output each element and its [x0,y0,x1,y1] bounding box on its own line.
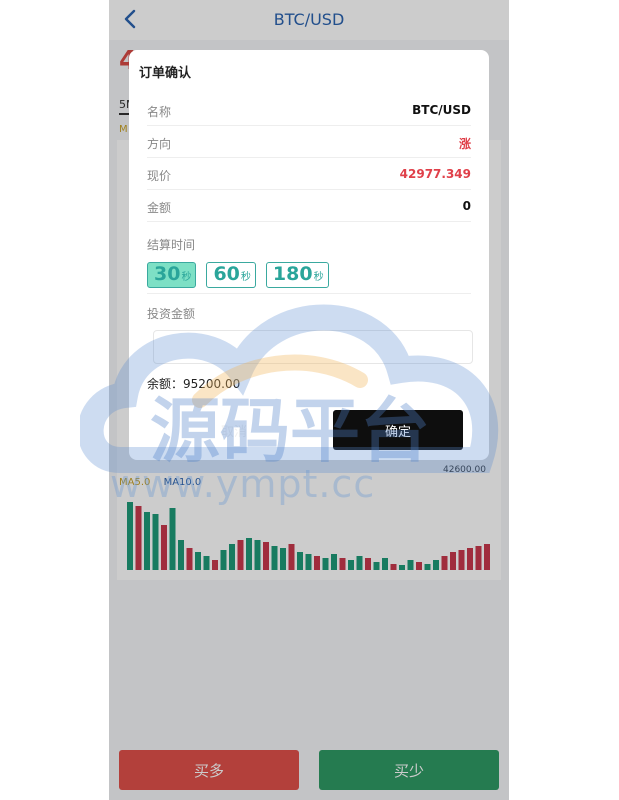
dialog-title: 订单确认 [139,66,192,81]
time-option-unit: 秒 [313,272,324,283]
invest-amount-input[interactable] [153,330,473,364]
row-value: BTC/USD [412,103,471,117]
info-row-price: 现价 42977.349 [147,158,471,190]
order-confirm-dialog: 订单确认 名称 BTC/USD 方向 涨 现价 42977.349 金额 0 结… [129,50,489,460]
app-screen: BTC/USD 4 5M M 42600.00 MA5.0 MA10.0 买多 … [109,0,509,800]
time-option-180[interactable]: 180 秒 [265,262,329,288]
row-label: 现价 [147,169,172,183]
settle-time-label: 结算时间 [147,238,196,252]
divider [147,293,471,294]
time-option-unit: 秒 [240,272,251,283]
settle-time-options: 30 秒 60 秒 180 秒 [147,262,329,288]
time-option-number: 180 [272,263,313,285]
row-label: 名称 [147,105,172,119]
info-row-amount: 金额 0 [147,190,471,222]
time-option-30[interactable]: 30 秒 [147,262,197,288]
row-label: 金额 [147,201,172,215]
cancel-button[interactable]: 取消 [169,410,299,450]
row-value: 涨 [458,137,471,151]
row-label: 方向 [147,137,172,151]
info-row-name: 名称 BTC/USD [147,94,471,126]
time-option-unit: 秒 [181,272,192,283]
time-option-number: 30 [154,263,181,285]
invest-amount-label: 投资金额 [147,307,196,321]
row-value: 42977.349 [399,167,471,181]
balance-text: 余额：95200.00 [147,377,241,391]
time-option-60[interactable]: 60 秒 [206,262,256,288]
confirm-button[interactable]: 确定 [333,410,463,450]
row-value: 0 [462,199,471,213]
info-row-direction: 方向 涨 [147,126,471,158]
time-option-number: 60 [213,263,240,285]
